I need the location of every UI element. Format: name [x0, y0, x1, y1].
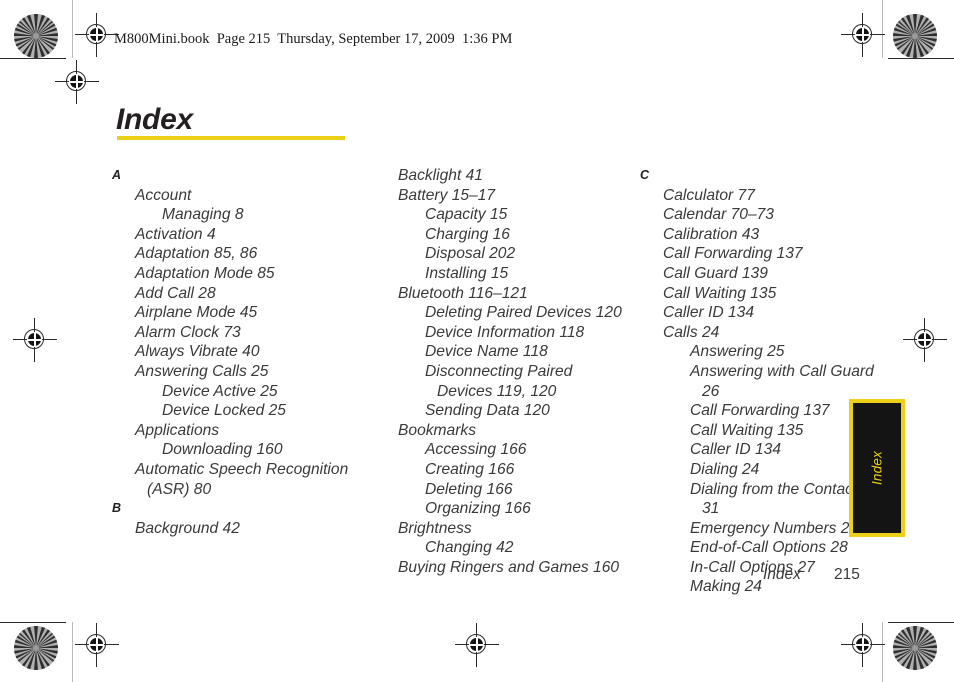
index-entry[interactable]: Installing 15 — [375, 264, 627, 284]
index-columns: A Account Managing 8 Activation 4 Adaptation… — [112, 166, 902, 597]
index-entry[interactable]: Calendar 70–73 — [640, 205, 892, 225]
index-entry[interactable]: Bluetooth 116–121 — [375, 284, 627, 304]
index-entry[interactable]: Charging 16 — [375, 225, 627, 245]
index-entry[interactable]: Capacity 15 — [375, 205, 627, 225]
density-star-target-bottom-right — [893, 626, 937, 670]
footer-section-label: Index — [763, 566, 801, 583]
index-entry[interactable]: Call Forwarding 137 — [640, 244, 892, 264]
registration-mark-mid-left — [13, 318, 57, 362]
index-entry[interactable]: Always Vibrate 40 — [112, 342, 364, 362]
index-entry[interactable]: Accessing 166 — [375, 440, 627, 460]
index-entry[interactable]: Device Active 25 — [112, 382, 364, 402]
index-entry[interactable]: Automatic Speech Recognition (ASR) 80 — [112, 460, 364, 499]
index-entry[interactable]: Bookmarks — [375, 421, 627, 441]
print-guide-line-left-lower — [72, 622, 73, 682]
side-tab-label: Index — [869, 450, 885, 486]
index-section-letter: C — [640, 168, 650, 182]
index-entry[interactable]: Device Information 118 — [375, 323, 627, 343]
index-entry[interactable]: Background 42 — [112, 519, 364, 539]
page-title: Index — [116, 103, 193, 136]
registration-mark-mid-right — [903, 318, 947, 362]
index-entry[interactable]: Device Name 118 — [375, 342, 627, 362]
index-entry[interactable]: Add Call 28 — [112, 284, 364, 304]
print-guide-line-left — [72, 0, 73, 58]
index-entry[interactable]: Answering with Call Guard 26 — [640, 362, 892, 401]
index-entry[interactable]: Call Waiting 135 — [640, 284, 892, 304]
document-header-line: M800Mini.book Page 215 Thursday, Septemb… — [114, 31, 513, 47]
density-star-target-top-left — [14, 14, 58, 58]
footer-page-number: 215 — [834, 566, 860, 583]
index-entry[interactable]: Brightness — [375, 519, 627, 539]
index-entry[interactable]: Battery 15–17 — [375, 186, 627, 206]
index-entry[interactable]: Creating 166 — [375, 460, 627, 480]
index-column-1: A Account Managing 8 Activation 4 Adaptation… — [112, 166, 364, 597]
index-entry[interactable]: Adaptation Mode 85 — [112, 264, 364, 284]
page-canvas: M800Mini.book Page 215 Thursday, Septemb… — [0, 0, 954, 682]
registration-mark-top-left — [75, 13, 119, 57]
index-section-letter: A — [112, 168, 122, 182]
index-entry[interactable]: Calibration 43 — [640, 225, 892, 245]
print-guide-line-top-left — [0, 58, 66, 59]
index-entry[interactable]: Buying Ringers and Games 160 — [375, 558, 627, 578]
index-entry[interactable]: Activation 4 — [112, 225, 364, 245]
registration-mark-bottom-right — [841, 623, 885, 667]
index-entry[interactable]: Applications — [112, 421, 364, 441]
index-entry[interactable]: Downloading 160 — [112, 440, 364, 460]
index-entry[interactable]: Answering Calls 25 — [112, 362, 364, 382]
index-entry[interactable]: Alarm Clock 73 — [112, 323, 364, 343]
index-entry[interactable]: Calculator 77 — [640, 186, 892, 206]
index-entry[interactable]: Deleting 166 — [375, 480, 627, 500]
registration-mark-upper-left-inner — [55, 60, 99, 104]
index-entry[interactable]: Airplane Mode 45 — [112, 303, 364, 323]
index-entry[interactable]: Sending Data 120 — [375, 401, 627, 421]
registration-mark-bottom-left — [75, 623, 119, 667]
density-star-target-bottom-left — [14, 626, 58, 670]
print-guide-line-bottom-left — [0, 622, 66, 623]
index-entry[interactable]: Calls 24 — [640, 323, 892, 343]
title-accent-rule — [117, 136, 345, 140]
print-guide-line-top-right — [888, 58, 954, 59]
index-entry[interactable]: Changing 42 — [375, 538, 627, 558]
registration-mark-top-right — [841, 13, 885, 57]
index-entry[interactable]: Account — [112, 186, 364, 206]
registration-mark-bottom-center — [455, 623, 499, 667]
index-column-2: Backlight 41 Battery 15–17 Capacity 15 Char… — [375, 166, 627, 597]
index-entry[interactable]: Disposal 202 — [375, 244, 627, 264]
index-entry[interactable]: Answering 25 — [640, 342, 892, 362]
index-section-letter: B — [112, 501, 122, 516]
index-entry[interactable]: Device Locked 25 — [112, 401, 364, 421]
index-entry[interactable]: Call Guard 139 — [640, 264, 892, 284]
index-entry[interactable]: End-of-Call Options 28 — [640, 538, 892, 558]
index-entry[interactable]: Deleting Paired Devices 120 — [375, 303, 627, 323]
index-entry[interactable]: Caller ID 134 — [640, 303, 892, 323]
density-star-target-top-right — [893, 14, 937, 58]
index-entry[interactable]: Managing 8 — [112, 205, 364, 225]
index-entry[interactable]: Backlight 41 — [375, 166, 627, 186]
index-entry[interactable]: Organizing 166 — [375, 499, 627, 519]
print-guide-line-bottom-right — [888, 622, 954, 623]
index-entry[interactable]: Adaptation 85, 86 — [112, 244, 364, 264]
side-thumb-tab: Index — [849, 399, 905, 537]
index-entry[interactable]: Disconnecting Paired Devices 119, 120 — [375, 362, 627, 401]
